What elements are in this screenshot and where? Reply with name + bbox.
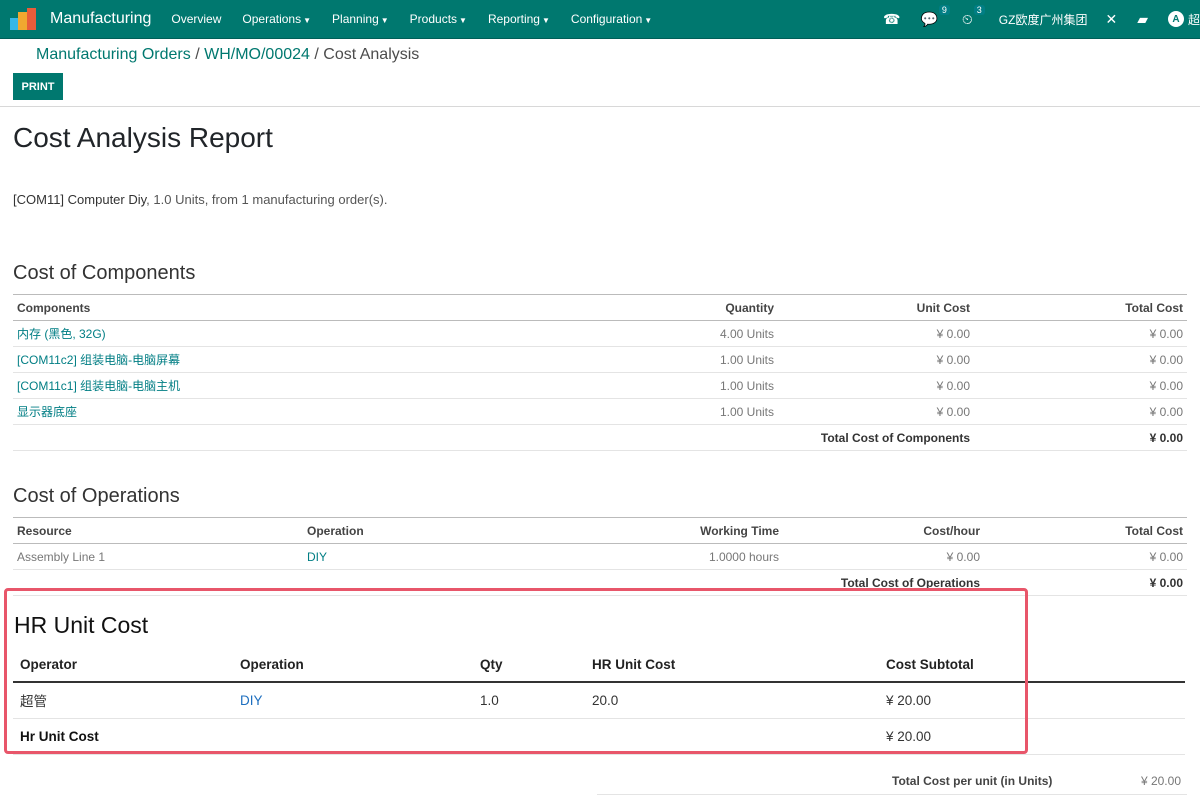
control-panel-divider — [0, 106, 1200, 107]
component-qty: 1.00 Units — [573, 372, 778, 399]
col-cost-hour: Cost/hour — [783, 517, 984, 544]
table-row: [COM11c1] 组装电脑-电脑主机 1.00 Units ¥ 0.00 ¥ … — [13, 372, 1187, 399]
component-link[interactable]: [COM11c2] 组装电脑-电脑屏幕 — [13, 346, 573, 373]
table-row: [COM11c2] 组装电脑-电脑屏幕 1.00 Units ¥ 0.00 ¥ … — [13, 346, 1187, 373]
component-qty: 1.00 Units — [573, 398, 778, 425]
component-link[interactable]: [COM11c1] 组装电脑-电脑主机 — [13, 372, 573, 399]
components-total-label: Total Cost of Components — [778, 424, 974, 451]
menu-products[interactable]: Products ▼ — [410, 12, 467, 26]
report-title: Cost Analysis Report — [13, 122, 273, 153]
col-components: Components — [13, 294, 573, 321]
operation-resource: Assembly Line 1 — [13, 543, 303, 570]
component-total: ¥ 0.00 — [974, 346, 1187, 373]
breadcrumb-separator: / — [195, 46, 200, 63]
component-link[interactable]: 内存 (黑色, 32G) — [13, 320, 573, 347]
menu-configuration[interactable]: Configuration ▼ — [571, 12, 652, 26]
breadcrumb-separator: / — [314, 46, 319, 63]
company-switcher[interactable]: GZ欧度广州集团 — [999, 11, 1088, 28]
menu-planning[interactable]: Planning ▼ — [332, 12, 389, 26]
operation-time: 1.0000 hours — [533, 543, 783, 570]
component-unit-cost: ¥ 0.00 — [778, 346, 974, 373]
product-name: [COM11] Computer Diy — [13, 192, 147, 207]
menu-reporting[interactable]: Reporting ▼ — [488, 12, 550, 26]
breadcrumb: Manufacturing Orders / WH/MO/00024 / Cos… — [36, 46, 419, 64]
component-total: ¥ 0.00 — [974, 372, 1187, 399]
top-navbar: Manufacturing Overview Operations ▼ Plann… — [0, 0, 1200, 39]
table-header-row: Components Quantity Unit Cost Total Cost — [13, 294, 1187, 321]
caret-down-icon: ▼ — [644, 16, 653, 25]
table-row: 显示器底座 1.00 Units ¥ 0.00 ¥ 0.00 — [13, 398, 1187, 425]
highlight-box — [4, 588, 1028, 754]
user-avatar[interactable]: A — [1167, 11, 1184, 27]
components-total-value: ¥ 0.00 — [974, 424, 1187, 451]
report-subtitle: [COM11] Computer Diy, 1.0 Units, from 1 … — [13, 192, 387, 207]
caret-down-icon: ▼ — [459, 16, 467, 25]
grand-total-divider — [597, 794, 1187, 795]
caret-down-icon: ▼ — [303, 16, 312, 25]
operations-heading: Cost of Operations — [13, 485, 180, 507]
breadcrumb-current: Cost Analysis — [323, 46, 420, 63]
component-qty: 4.00 Units — [573, 320, 778, 347]
documentation-icon[interactable]: ▰ — [1137, 11, 1148, 28]
component-qty: 1.00 Units — [573, 346, 778, 373]
breadcrumb-mo-reference[interactable]: WH/MO/00024 — [204, 46, 310, 63]
menu-operations[interactable]: Operations ▼ — [242, 12, 311, 26]
messages-icon[interactable]: 💬 9 — [920, 4, 950, 28]
col-operation: Operation — [303, 517, 533, 544]
components-table: Components Quantity Unit Cost Total Cost… — [13, 294, 1187, 451]
debug-tools-icon[interactable]: ✕ — [1105, 11, 1117, 28]
messages-badge: 9 — [938, 4, 950, 15]
grand-total-label: Total Cost per unit (in Units) — [892, 774, 1053, 788]
operations-table: Resource Operation Working Time Cost/hou… — [13, 517, 1187, 596]
component-total: ¥ 0.00 — [974, 320, 1187, 347]
col-total-cost: Total Cost — [984, 517, 1187, 544]
col-quantity: Quantity — [573, 294, 778, 321]
operation-total: ¥ 0.00 — [984, 543, 1187, 570]
activities-badge: 3 — [973, 4, 985, 15]
grand-total-value: ¥ 20.00 — [1140, 774, 1181, 788]
navbar-systray: ☎ 💬 9 ⏲ 3 GZ欧度广州集团 ✕ ▰ A 超 — [883, 0, 1200, 38]
component-unit-cost: ¥ 0.00 — [778, 372, 974, 399]
report-summary: , 1.0 Units, from 1 manufacturing order(… — [146, 192, 388, 207]
breadcrumb-manufacturing-orders[interactable]: Manufacturing Orders — [36, 46, 191, 63]
manufacturing-app-icon[interactable] — [10, 8, 36, 30]
phone-icon[interactable]: ☎ — [883, 11, 900, 28]
menu-overview[interactable]: Overview — [171, 12, 221, 26]
col-total-cost: Total Cost — [974, 294, 1187, 321]
component-link[interactable]: 显示器底座 — [13, 398, 573, 425]
table-row: 内存 (黑色, 32G) 4.00 Units ¥ 0.00 ¥ 0.00 — [13, 320, 1187, 347]
col-resource: Resource — [13, 517, 303, 544]
user-menu[interactable]: 超 — [1188, 11, 1200, 28]
component-unit-cost: ¥ 0.00 — [778, 398, 974, 425]
app-brand[interactable]: Manufacturing — [50, 10, 151, 28]
table-header-row: Resource Operation Working Time Cost/hou… — [13, 517, 1187, 544]
table-row: Assembly Line 1 DIY 1.0000 hours ¥ 0.00 … — [13, 543, 1187, 570]
operation-cost-hour: ¥ 0.00 — [783, 543, 984, 570]
component-unit-cost: ¥ 0.00 — [778, 320, 974, 347]
print-button[interactable]: PRINT — [13, 73, 63, 100]
col-unit-cost: Unit Cost — [778, 294, 974, 321]
activities-icon[interactable]: ⏲ 3 — [962, 4, 985, 28]
components-heading: Cost of Components — [13, 262, 196, 284]
caret-down-icon: ▼ — [380, 16, 389, 25]
caret-down-icon: ▼ — [541, 16, 550, 25]
col-working-time: Working Time — [533, 517, 783, 544]
component-total: ¥ 0.00 — [974, 398, 1187, 425]
components-total-row: Total Cost of Components ¥ 0.00 — [13, 424, 1187, 451]
operation-link[interactable]: DIY — [303, 543, 533, 570]
